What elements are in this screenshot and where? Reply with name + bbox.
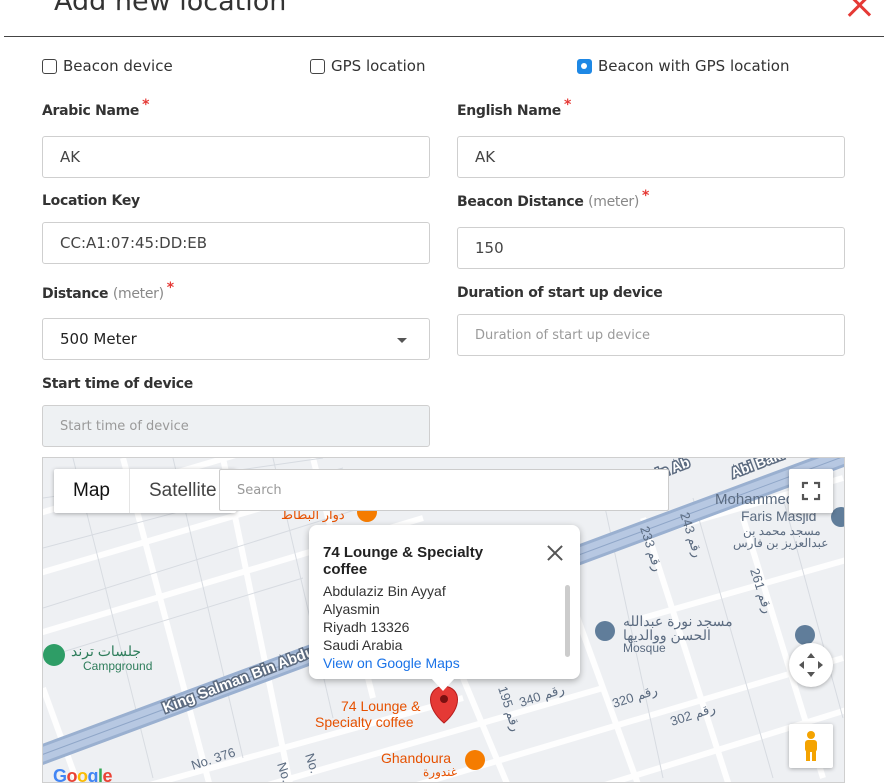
checkbox[interactable] bbox=[310, 58, 325, 74]
move-arrows-icon bbox=[799, 653, 823, 677]
distance-label: Distance (meter) * bbox=[42, 280, 174, 302]
option-beacon-with-gps[interactable]: Beacon with GPS location bbox=[577, 57, 789, 75]
fullscreen-icon bbox=[801, 481, 821, 501]
google-logo: Google bbox=[53, 766, 113, 783]
map-type-map-button[interactable]: Map bbox=[54, 469, 130, 513]
close-icon[interactable] bbox=[845, 0, 873, 20]
option-label: GPS location bbox=[331, 57, 426, 75]
distance-selected-value: 500 Meter bbox=[60, 330, 137, 348]
location-key-label: Location Key bbox=[42, 193, 140, 209]
map-type-control: Map Satellite bbox=[54, 469, 236, 513]
title-divider bbox=[4, 36, 884, 37]
fullscreen-button[interactable] bbox=[789, 469, 833, 513]
map[interactable]: King Salman Bin Abdu Abi Bakr Bin Ab Moh… bbox=[42, 457, 845, 783]
view-on-google-maps-link[interactable]: View on Google Maps bbox=[323, 654, 566, 672]
svg-text:عبدالعزيز بن فارس: عبدالعزيز بن فارس bbox=[733, 536, 828, 550]
svg-text:Mosque: Mosque bbox=[623, 641, 666, 655]
duration-input[interactable]: Duration of start up device bbox=[457, 314, 845, 356]
info-title: 74 Lounge & Specialty coffee bbox=[323, 544, 484, 578]
english-name-label: English Name * bbox=[457, 97, 572, 119]
english-name-input[interactable]: AK bbox=[457, 136, 845, 178]
info-address-line: Alyasmin bbox=[323, 601, 380, 617]
street-view-button[interactable] bbox=[789, 724, 833, 768]
svg-text:Mohammed: Mohammed bbox=[715, 491, 794, 508]
start-time-label: Start time of device bbox=[42, 376, 193, 392]
option-label: Beacon with GPS location bbox=[598, 57, 790, 75]
arabic-name-label: Arabic Name * bbox=[42, 97, 150, 119]
location-key-input[interactable]: CC:A1:07:45:DD:EB bbox=[42, 222, 430, 264]
pegman-icon bbox=[805, 731, 817, 761]
distance-select[interactable]: 500 Meter bbox=[42, 318, 430, 360]
svg-text:74 Lounge &: 74 Lounge & bbox=[341, 698, 421, 714]
info-scrollbar[interactable] bbox=[565, 585, 570, 657]
svg-text:Ghandoura: Ghandoura bbox=[381, 750, 451, 766]
school-pin-icon bbox=[795, 625, 815, 645]
beacon-distance-label: Beacon Distance (meter) * bbox=[457, 188, 650, 210]
info-address-line: Saudi Arabia bbox=[323, 637, 403, 653]
checkbox[interactable] bbox=[42, 58, 57, 74]
modal-title: Add new location bbox=[54, 0, 287, 17]
mosque-pin-icon bbox=[595, 621, 615, 641]
campground-pin-icon bbox=[43, 644, 65, 666]
cafe-pin-icon bbox=[465, 750, 485, 770]
map-search-input[interactable]: Search bbox=[219, 469, 669, 511]
beacon-distance-input[interactable]: 150 bbox=[457, 227, 845, 269]
duration-label: Duration of start up device bbox=[457, 285, 663, 301]
option-beacon-device[interactable]: Beacon device bbox=[42, 57, 173, 75]
svg-text:Campground: Campground bbox=[83, 659, 152, 673]
info-address-line: Abdulaziz Bin Ayyaf bbox=[323, 583, 446, 599]
svg-text:جلسات ترند: جلسات ترند bbox=[71, 643, 141, 660]
info-address-line: Riyadh 13326 bbox=[323, 619, 410, 635]
option-label: Beacon device bbox=[63, 57, 173, 75]
arabic-name-input[interactable]: AK bbox=[42, 136, 430, 178]
svg-text:Specialty coffee: Specialty coffee bbox=[315, 714, 414, 730]
map-info-window: 74 Lounge & Specialty coffee Abdulaziz B… bbox=[309, 525, 580, 691]
checkbox-checked[interactable] bbox=[577, 58, 592, 74]
svg-text:غندورة: غندورة bbox=[423, 765, 457, 779]
info-close-icon[interactable] bbox=[545, 543, 565, 563]
start-time-input[interactable]: Start time of device bbox=[42, 405, 430, 447]
option-gps-location[interactable]: GPS location bbox=[310, 57, 425, 75]
chevron-down-icon bbox=[397, 338, 407, 343]
map-pan-button[interactable] bbox=[789, 643, 833, 687]
